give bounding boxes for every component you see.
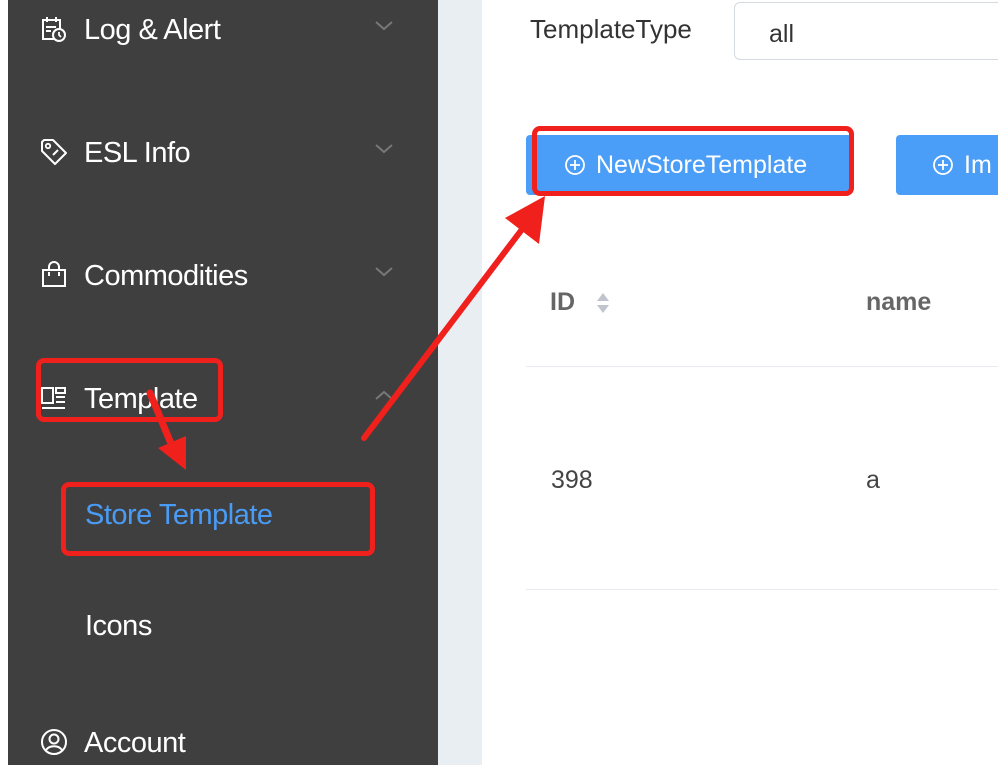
sidebar-item-label: Account	[84, 727, 186, 759]
column-header-id[interactable]: ID	[550, 287, 575, 317]
import-button[interactable]: Im	[896, 135, 998, 195]
sidebar-item-esl-info[interactable]: ESL Info	[8, 123, 438, 183]
user-circle-icon	[39, 727, 69, 757]
layout-gutter	[438, 0, 482, 765]
annotation-box-template	[36, 358, 223, 422]
calendar-clock-icon	[39, 14, 69, 44]
annotation-box-new-button	[532, 126, 854, 196]
sidebar-item-commodities[interactable]: Commodities	[8, 246, 438, 306]
template-type-value: all	[769, 20, 795, 48]
table-cell-name: a	[866, 466, 880, 494]
page: Log & Alert ESL Info Commodities Templat…	[0, 0, 998, 765]
sidebar-item-label: ESL Info	[84, 137, 191, 169]
shopping-bag-icon	[39, 260, 69, 290]
price-tag-icon	[39, 137, 69, 167]
table-cell-id: 398	[551, 466, 593, 494]
sidebar-item-log-alert[interactable]: Log & Alert	[8, 0, 438, 60]
sidebar-subitem-icons[interactable]: Icons	[85, 609, 152, 643]
template-type-select[interactable]: all	[734, 2, 998, 60]
chevron-down-icon	[372, 137, 396, 161]
import-label: Im	[964, 151, 992, 179]
sort-icon[interactable]	[594, 290, 612, 316]
sidebar-item-account[interactable]: Account	[8, 713, 438, 765]
plus-circle-icon	[932, 154, 954, 176]
template-type-label: TemplateType	[530, 14, 692, 44]
sidebar-item-label: Log & Alert	[84, 14, 221, 46]
column-header-name: name	[866, 288, 932, 316]
chevron-up-icon	[372, 383, 396, 407]
sidebar-item-label: Commodities	[84, 260, 248, 292]
chevron-down-icon	[372, 260, 396, 284]
table-row-divider	[526, 589, 998, 590]
chevron-down-icon	[372, 14, 396, 38]
table-header-divider	[526, 366, 998, 367]
annotation-box-store-template	[61, 482, 375, 556]
